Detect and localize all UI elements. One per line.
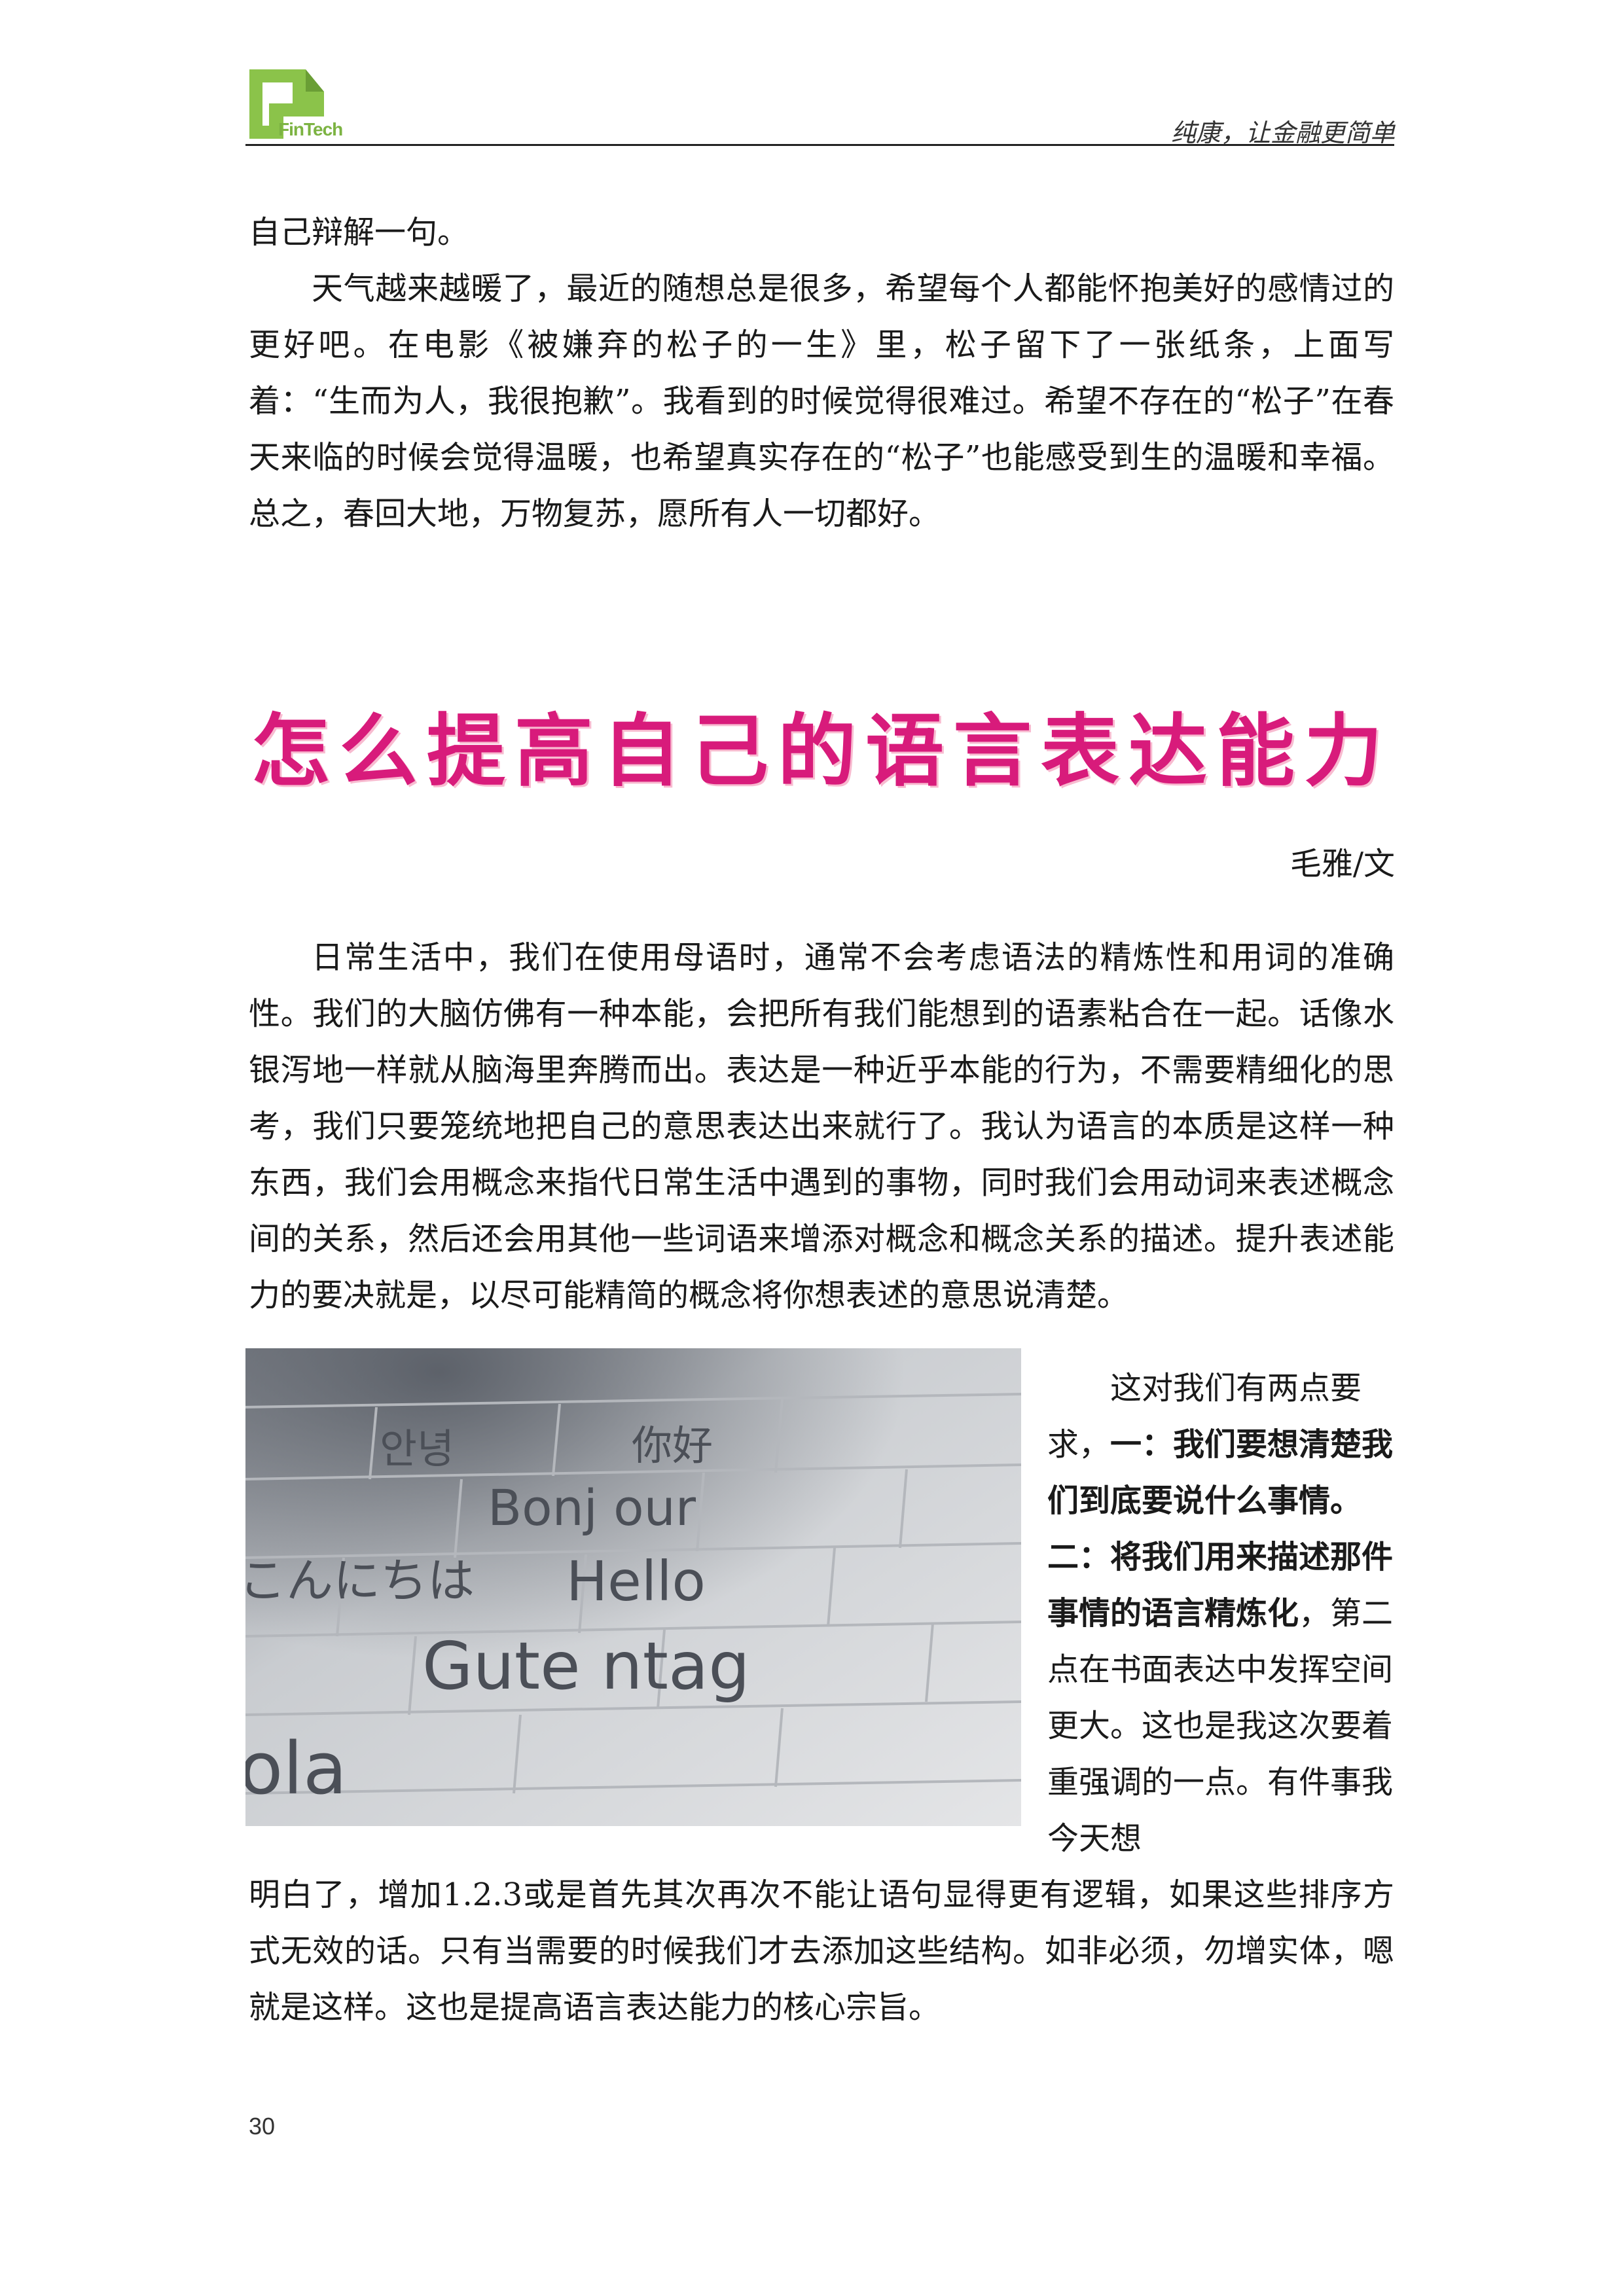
photo-word: Gute ntag (422, 1628, 750, 1704)
photo-word: こんにちは (245, 1553, 475, 1608)
side-column: 这对我们有两点要求，一：我们要想清楚我们到底要说什么事情。二：将我们用来描述那件… (1047, 1360, 1394, 1867)
side-paragraph: 这对我们有两点要求，一：我们要想清楚我们到底要说什么事情。二：将我们用来描述那件… (1047, 1360, 1394, 1867)
intro-line: 自己辩解一句。 (249, 214, 469, 251)
photo-word: Hello (566, 1549, 706, 1613)
photo-word: ola (245, 1727, 347, 1810)
photo-word: 你好 (632, 1422, 713, 1469)
article-title: 怎么提高自己的语言表达能力 (251, 706, 1392, 797)
article-author: 毛雅/文 (1290, 846, 1395, 882)
language-greetings-photo: 안녕 你好 Bonj our こんにちは Hello Gute ntag ola (245, 1348, 1021, 1826)
page-number: 30 (249, 2113, 276, 2140)
photo-word: Bonj our (488, 1479, 696, 1537)
header-slogan: 纯康，让金融更简单 (1170, 118, 1395, 147)
article-paragraph-end: 明白了，增加1.2.3或是首先其次再次不能让语句显得更有逻辑，如果这些排序方式无… (249, 1876, 1394, 2026)
logo-text: FinTech (278, 119, 343, 139)
article-paragraph-1: 日常生活中，我们在使用母语时，通常不会考虑语法的精炼性和用词的准确性。我们的大脑… (249, 939, 1394, 1314)
photo-word: 안녕 (380, 1425, 454, 1473)
header-rule (245, 144, 1394, 146)
side-rest: ，第二点在书面表达中发挥空间更大。这也是我这次要着重强调的一点。有件事我今天想 (1047, 1595, 1394, 1857)
intro-paragraph: 天气越来越暖了，最近的随想总是很多，希望每个人都能怀抱美好的感情过的更好吧。在电… (249, 270, 1394, 532)
